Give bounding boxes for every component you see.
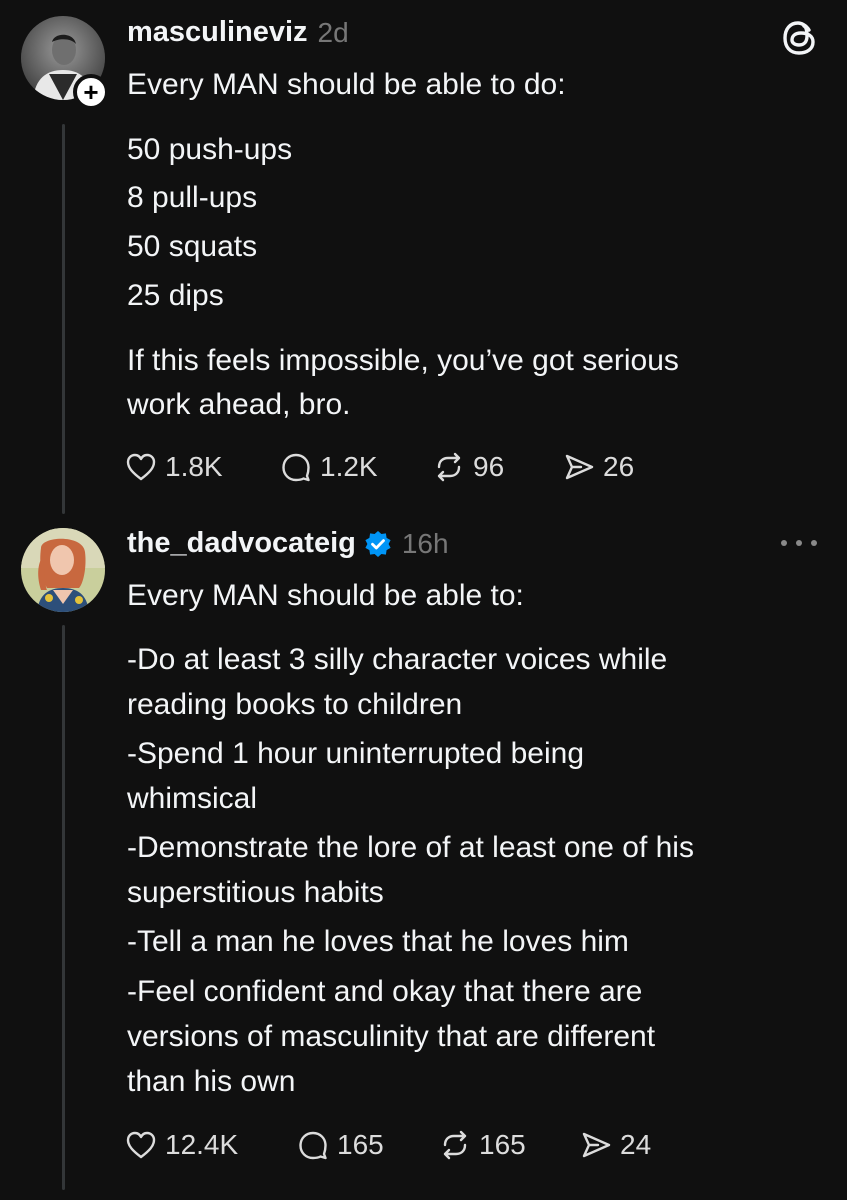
post-text-line: Every MAN should be able to: [127, 579, 524, 612]
share-button[interactable]: 26 [563, 447, 634, 487]
comment-icon [299, 1131, 327, 1160]
post-text-line: -Tell a man he loves that he loves him [127, 925, 629, 958]
post-text-line: than his own [127, 1065, 296, 1098]
username[interactable]: the_dadvocateig [127, 527, 356, 560]
comment-icon [282, 453, 310, 482]
plus-icon: + [83, 77, 99, 107]
send-icon [582, 1132, 611, 1158]
thread-connector-line [62, 124, 65, 514]
avatar[interactable] [21, 528, 105, 612]
reply-button[interactable]: 165 [297, 1125, 384, 1165]
repost-icon [443, 1130, 467, 1160]
repost-icon [437, 452, 461, 482]
heart-icon [126, 1131, 156, 1159]
thread-connector-line [62, 625, 65, 1190]
send-icon [565, 454, 594, 480]
username[interactable]: masculineviz [127, 16, 308, 49]
timestamp: 16h [401, 527, 449, 559]
post-text-line: superstitious habits [127, 876, 384, 909]
follow-plus-button[interactable]: + [73, 74, 109, 110]
reply-button[interactable]: 1.2K [280, 447, 378, 487]
post-header: masculineviz 2d [127, 16, 349, 49]
post-header: the_dadvocateig 16h [127, 527, 449, 560]
share-count: 26 [603, 451, 635, 482]
heart-icon [126, 453, 156, 481]
post-text-line: 50 push-ups [127, 133, 293, 166]
reply-count: 1.2K [320, 451, 378, 482]
post-text-line: If this feels impossible, you’ve got ser… [127, 344, 679, 377]
share-count: 24 [620, 1129, 652, 1160]
like-button[interactable]: 12.4K [125, 1125, 238, 1165]
post-text-line: reading books to children [127, 688, 463, 721]
repost-button[interactable]: 165 [439, 1125, 526, 1165]
dot [811, 540, 817, 546]
post-text-line: 50 squats [127, 230, 258, 263]
reply-count: 165 [337, 1129, 384, 1160]
post-text-line: 25 dips [127, 279, 224, 312]
post-text-line: -Spend 1 hour uninterrupted being [127, 737, 585, 770]
like-count: 12.4K [165, 1129, 239, 1160]
repost-count: 96 [473, 451, 505, 482]
verified-badge-icon [365, 530, 391, 557]
post-text-line: Every MAN should be able to do: [127, 68, 566, 101]
repost-count: 165 [479, 1129, 526, 1160]
dot [796, 540, 802, 546]
post-text-line: -Feel confident and okay that there are [127, 975, 643, 1008]
like-button[interactable]: 1.8K [125, 447, 223, 487]
dot [781, 540, 787, 546]
post-text-line: 8 pull-ups [127, 181, 258, 214]
post-text-line: whimsical [127, 782, 258, 815]
post-text-line: versions of masculinity that are differe… [127, 1020, 656, 1053]
threads-logo-icon[interactable] [780, 18, 820, 58]
timestamp: 2d [317, 16, 349, 48]
threads-feed: + masculineviz 2d Every MAN should be ab… [0, 0, 847, 1200]
repost-button[interactable]: 96 [433, 447, 504, 487]
like-count: 1.8K [165, 451, 223, 482]
post-text-line: -Do at least 3 silly character voices wh… [127, 643, 668, 676]
more-options-icon[interactable] [778, 528, 820, 558]
post-text-line: work ahead, bro. [127, 388, 351, 421]
post-text-line: -Demonstrate the lore of at least one of… [127, 831, 694, 864]
share-button[interactable]: 24 [580, 1125, 651, 1165]
